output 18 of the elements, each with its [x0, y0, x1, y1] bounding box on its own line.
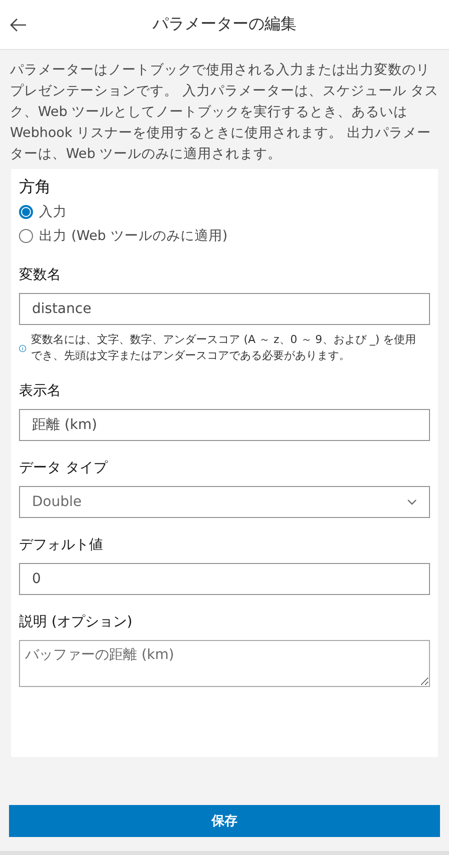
field-label: データ タイプ	[19, 459, 109, 477]
radio-option[interactable]: 入力	[19, 200, 67, 224]
text-field[interactable]: 距離 (km)	[19, 409, 430, 441]
page-title: パラメーターの編集	[152, 14, 296, 35]
description-text: パラメーターはノートブックで使用される入力または出力変数のリプレゼンテーションです。 入力パラメーターは、スケジュール タスク、Web ツールとしてノートブックを実行するとき、あるいは Webhook リスナーを使用するときに使用されます。 出力パラメーターは、Web ツールのみに適用されます。	[9, 61, 440, 160]
field-label: デフォルト値	[19, 536, 104, 554]
field-label: 説明 (オプション)	[19, 613, 134, 631]
field-label: 変数名	[19, 266, 62, 284]
field-label: 表示名	[19, 382, 62, 400]
field-label: 方角	[19, 177, 52, 198]
chevron-down-icon	[407, 499, 417, 505]
text-field[interactable]: 0	[19, 563, 430, 595]
text-field[interactable]: distance	[19, 293, 430, 325]
save-button[interactable]: 保存	[9, 805, 440, 837]
radio-option[interactable]: 出力 (Web ツールのみに適用)	[19, 224, 228, 248]
dropdown[interactable]: Double	[19, 486, 430, 518]
hint-text: 変数名には、文字、数字、アンダースコア (A ～ z、0 ～ 9、および _) を使用でき、先頭は文字またはアンダースコアである必要があります。	[31, 332, 418, 364]
text-area[interactable]: バッファーの距離 (km)	[19, 640, 430, 687]
